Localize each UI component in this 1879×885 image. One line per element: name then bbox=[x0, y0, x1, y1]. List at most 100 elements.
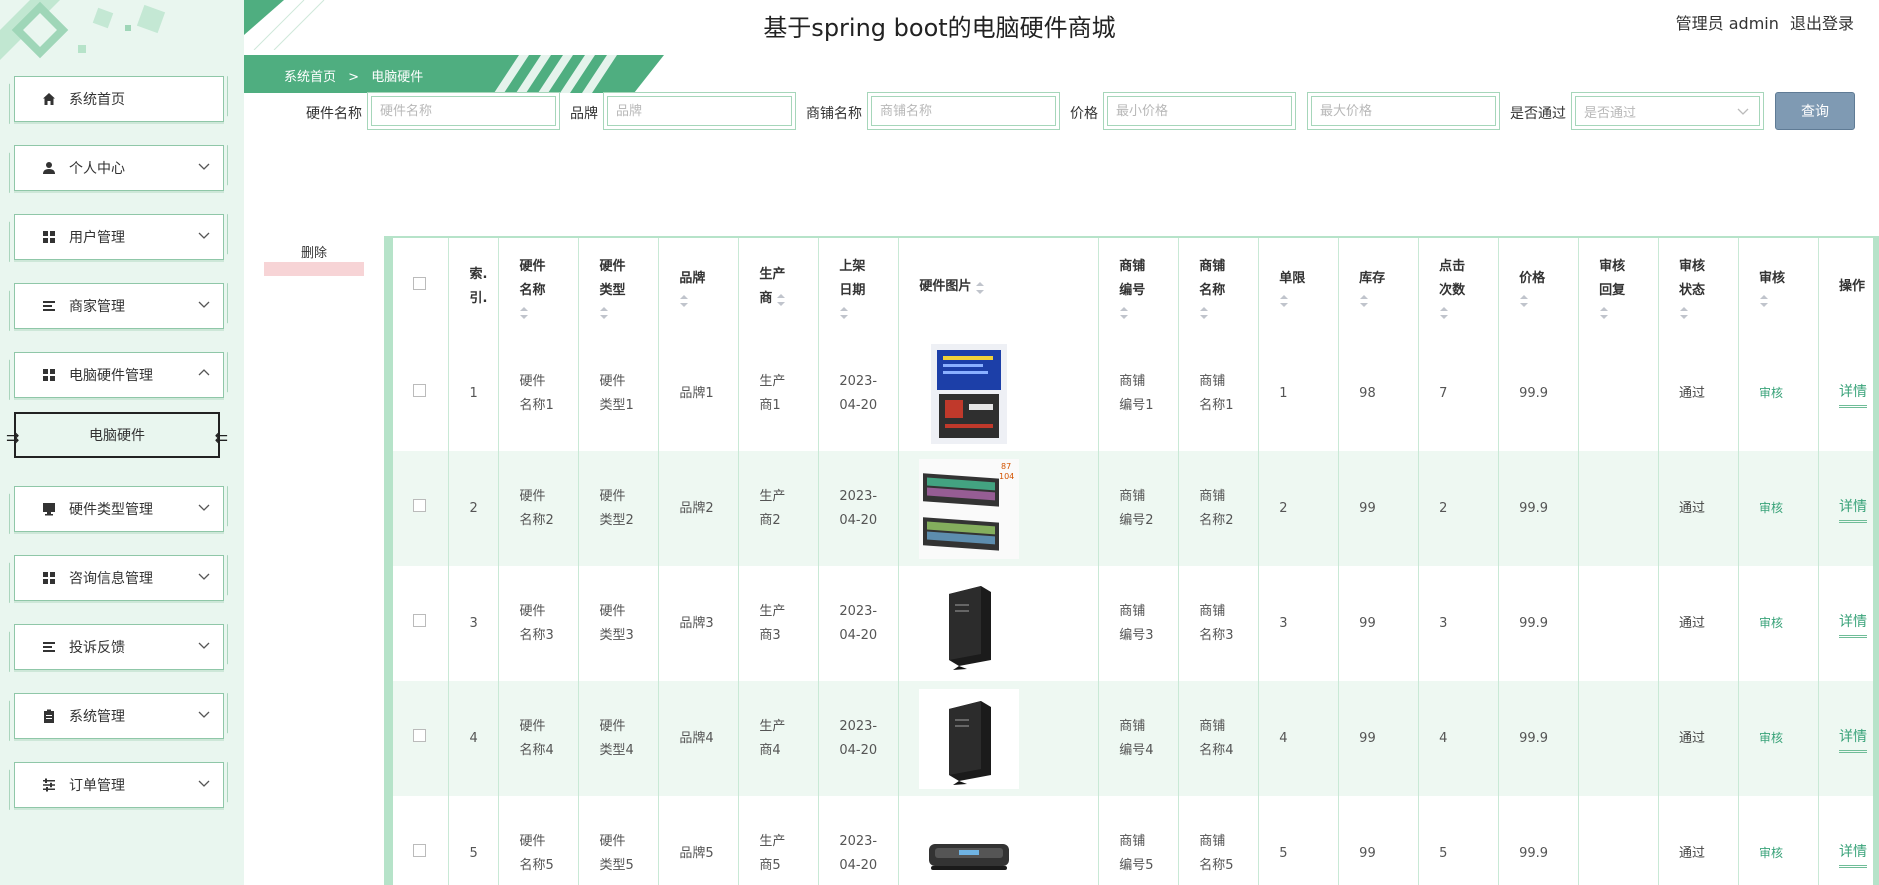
audit-link[interactable]: 审核 bbox=[1759, 386, 1783, 400]
detail-link[interactable]: 详情 bbox=[1838, 495, 1867, 523]
detail-link[interactable]: 详情 bbox=[1838, 610, 1867, 638]
logout-link[interactable]: 退出登录 bbox=[1790, 14, 1854, 33]
audit-link[interactable]: 审核 bbox=[1759, 501, 1783, 515]
cell-text: 99 bbox=[1359, 615, 1376, 631]
column-header-image[interactable]: 硬件图片 bbox=[898, 238, 1100, 336]
sort-icon[interactable] bbox=[1119, 305, 1129, 319]
column-header-shopno[interactable]: 商铺 编号 bbox=[1098, 238, 1180, 336]
cell-text: 1 bbox=[1279, 385, 1288, 401]
cell-image bbox=[898, 681, 1100, 796]
max-price-input[interactable] bbox=[1311, 96, 1496, 126]
cell-index: 3 bbox=[448, 566, 500, 681]
detail-link[interactable]: 详情 bbox=[1838, 840, 1867, 868]
header-text: 操作 bbox=[1838, 279, 1865, 294]
column-header-reply[interactable]: 审核 回复 bbox=[1578, 238, 1660, 336]
row-checkbox[interactable] bbox=[413, 498, 426, 512]
sidebar-subitem-computer-hardware[interactable]: ⇉ 电脑硬件 ⇇ bbox=[6, 412, 228, 458]
sidebar-item-label: 投诉反馈 bbox=[69, 640, 125, 656]
table-row[interactable]: 3 硬件 名称3 硬件 类型3 品牌3 生产 商3 2023- 04-20 商铺 编号3 商铺 名称3 3 9… bbox=[393, 566, 1879, 681]
table-row[interactable]: 4 硬件 名称4 硬件 类型4 品牌4 生产 商4 2023- 04-20 商铺 编号4 商铺 名称4 4 9… bbox=[393, 681, 1879, 796]
cell-text: 品牌1 bbox=[679, 385, 714, 401]
column-header-status[interactable]: 审核 状态 bbox=[1658, 238, 1740, 336]
column-header-maker[interactable]: 生产商 bbox=[738, 238, 820, 336]
cell-image bbox=[898, 796, 1100, 885]
sort-icon[interactable] bbox=[776, 292, 786, 306]
sidebar-item-8[interactable]: 投诉反馈 bbox=[14, 624, 224, 670]
cell-text: 99 bbox=[1359, 730, 1376, 746]
sidebar-item-2[interactable]: 个人中心 bbox=[14, 145, 224, 191]
column-header-name[interactable]: 硬件 名称 bbox=[498, 238, 580, 336]
sidebar-item-1[interactable]: 系统首页 bbox=[14, 76, 224, 122]
cell-text: 99.9 bbox=[1519, 385, 1549, 401]
column-header-shopname[interactable]: 商铺 名称 bbox=[1178, 238, 1260, 336]
audit-link[interactable]: 审核 bbox=[1759, 616, 1783, 630]
table-row[interactable]: 5 硬件 名称5 硬件 类型5 品牌5 生产 商5 2023- 04-20 商铺 编号5 商铺 名称5 5 9… bbox=[393, 796, 1879, 885]
sidebar-item-6[interactable]: 硬件类型管理 bbox=[14, 486, 224, 532]
sidebar-item-5[interactable]: 电脑硬件管理 bbox=[14, 352, 224, 398]
sort-icon[interactable] bbox=[1359, 293, 1369, 307]
cell-text: 04-20 bbox=[839, 512, 878, 528]
row-checkbox[interactable] bbox=[413, 843, 426, 857]
name-search-input[interactable] bbox=[371, 96, 556, 126]
column-header-brand[interactable]: 品牌 bbox=[658, 238, 740, 336]
column-header-type[interactable]: 硬件 类型 bbox=[578, 238, 660, 336]
column-header-date[interactable]: 上架 日期 bbox=[818, 238, 900, 336]
cell-image bbox=[898, 566, 1100, 681]
sort-icon[interactable] bbox=[1679, 305, 1689, 319]
list-icon bbox=[41, 298, 57, 314]
delete-button[interactable]: 删除 bbox=[264, 246, 364, 276]
sort-icon[interactable] bbox=[599, 305, 609, 319]
breadcrumb-home-link[interactable]: 系统首页 bbox=[284, 70, 336, 85]
table-row[interactable]: 1 硬件 名称1 硬件 类型1 品牌1 生产 商1 2023- 04-20 商铺 编号1 商铺 名称1 1 9… bbox=[393, 336, 1879, 451]
select-all-checkbox[interactable] bbox=[413, 277, 426, 290]
sort-icon[interactable] bbox=[679, 293, 689, 307]
table-row[interactable]: 2 硬件 名称2 硬件 类型2 品牌2 生产 商2 2023- 04-20 87 104 商铺 编号2 商铺… bbox=[393, 451, 1879, 566]
cell-brand: 品牌3 bbox=[658, 566, 740, 681]
sort-icon[interactable] bbox=[1759, 293, 1769, 307]
sort-icon[interactable] bbox=[1599, 305, 1609, 319]
query-button[interactable]: 查询 bbox=[1775, 92, 1855, 130]
header-text: 价格 bbox=[1519, 271, 1546, 286]
sort-icon[interactable] bbox=[975, 280, 985, 294]
sort-icon[interactable] bbox=[1519, 293, 1529, 307]
passed-select[interactable]: 是否通过 bbox=[1575, 96, 1760, 126]
brand-search-input[interactable] bbox=[607, 96, 792, 126]
row-checkbox[interactable] bbox=[413, 613, 426, 627]
sort-icon[interactable] bbox=[519, 305, 529, 319]
cell-text: 4 bbox=[1279, 730, 1288, 746]
sidebar-item-7[interactable]: 咨询信息管理 bbox=[14, 555, 224, 601]
sidebar-subitem-label: 电脑硬件 bbox=[89, 428, 145, 444]
cell-text: 硬件 bbox=[519, 603, 546, 619]
sidebar-item-10[interactable]: 订单管理 bbox=[14, 762, 224, 808]
shop-search-input[interactable] bbox=[871, 96, 1056, 126]
sort-icon[interactable] bbox=[839, 305, 849, 319]
brand-field-box bbox=[603, 92, 796, 130]
audit-link[interactable]: 审核 bbox=[1759, 731, 1783, 745]
detail-link[interactable]: 详情 bbox=[1838, 380, 1867, 408]
sidebar-item-3[interactable]: 用户管理 bbox=[14, 214, 224, 260]
cell-stock: 99 bbox=[1338, 681, 1420, 796]
sort-icon[interactable] bbox=[1279, 293, 1289, 307]
cell-text: 98 bbox=[1359, 385, 1376, 401]
audit-link[interactable]: 审核 bbox=[1759, 846, 1783, 860]
breadcrumb: 系统首页 > 电脑硬件 bbox=[244, 55, 664, 93]
chevron-down-icon bbox=[198, 163, 210, 170]
column-header-price[interactable]: 价格 bbox=[1498, 238, 1580, 336]
row-checkbox[interactable] bbox=[413, 728, 426, 742]
sidebar-item-9[interactable]: 系统管理 bbox=[14, 693, 224, 739]
column-header-limit[interactable]: 单限 bbox=[1258, 238, 1340, 336]
min-price-input[interactable] bbox=[1107, 96, 1292, 126]
cell-shopno: 商铺 编号2 bbox=[1098, 451, 1180, 566]
column-header-stock[interactable]: 库存 bbox=[1338, 238, 1420, 336]
column-header-clicks[interactable]: 点击 次数 bbox=[1418, 238, 1500, 336]
sidebar-item-4[interactable]: 商家管理 bbox=[14, 283, 224, 329]
sort-icon[interactable] bbox=[1439, 305, 1449, 319]
sort-icon[interactable] bbox=[1199, 305, 1209, 319]
column-header-audit[interactable]: 审核 bbox=[1738, 238, 1819, 336]
row-checkbox[interactable] bbox=[413, 383, 426, 397]
column-header-cb[interactable] bbox=[393, 238, 450, 336]
detail-link[interactable]: 详情 bbox=[1838, 725, 1867, 753]
cell-name: 硬件 名称1 bbox=[498, 336, 580, 451]
cell-audit: 审核 bbox=[1738, 336, 1819, 451]
cell-reply bbox=[1578, 566, 1660, 681]
